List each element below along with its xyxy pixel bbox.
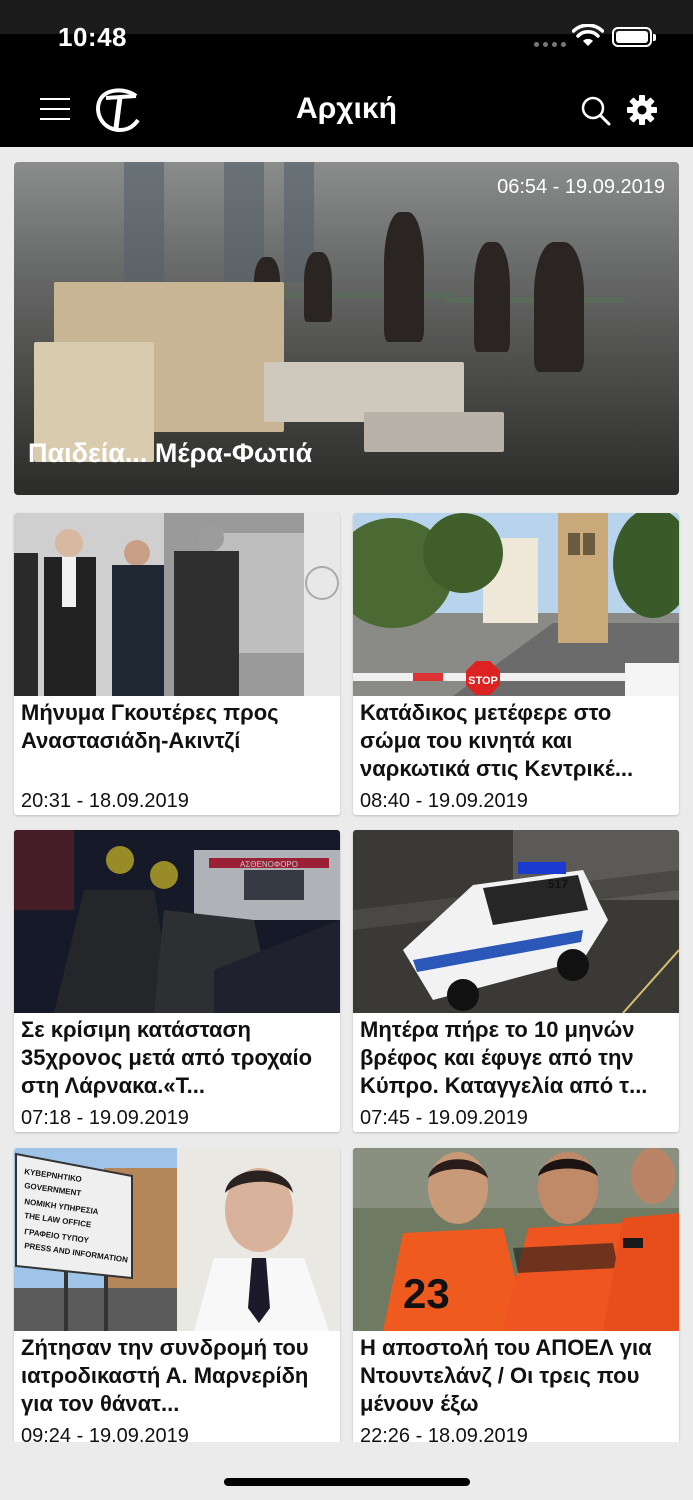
article-date: 08:40 - 19.09.2019 xyxy=(360,790,528,812)
home-indicator[interactable] xyxy=(224,1478,470,1486)
search-icon[interactable] xyxy=(580,95,612,127)
cellular-signal-icon xyxy=(534,42,566,47)
featured-article[interactable]: 06:54 - 19.09.2019 Παιδεία... Μέρα-Φωτιά xyxy=(14,162,679,495)
article-image: 23 xyxy=(353,1148,679,1331)
article-photo: ΚΥΒΕΡΝΗΤΙΚΟ GOVERNMENT ΝΟΜΙΚΗ ΥΠΗΡΕΣΙΑ T… xyxy=(14,1148,340,1331)
article-date: 20:31 - 18.09.2019 xyxy=(21,790,189,812)
featured-article-title: Παιδεία... Μέρα-Φωτιά xyxy=(28,438,313,468)
hero-image-person xyxy=(534,242,584,372)
article-title: Η αποστολή του ΑΠΟΕΛ για Ντουντελάνζ / Ο… xyxy=(360,1335,652,1416)
article-photo xyxy=(14,513,340,696)
article-photo: STOP xyxy=(353,513,679,696)
article-card[interactable]: ΑΣΘΕΝΟΦΟΡΟ Σε κρίσιμη κατάσταση 35χρονος… xyxy=(14,830,340,1132)
article-image xyxy=(14,513,340,696)
article-title: Κατάδικος μετέφερε στο σώμα του κινητά κ… xyxy=(360,700,634,781)
featured-article-date: 06:54 - 19.09.2019 xyxy=(497,176,665,198)
article-title: Σε κρίσιμη κατάσταση 35χρονος μετά από τ… xyxy=(21,1017,313,1098)
article-image: ΑΣΘΕΝΟΦΟΡΟ xyxy=(14,830,340,1013)
jersey-number: 23 xyxy=(403,1270,450,1317)
article-title: Ζήτησαν την συνδρομή του ιατροδικαστή Α.… xyxy=(21,1335,309,1416)
hero-image-paper-stack xyxy=(364,412,504,452)
bottom-safe-area xyxy=(0,1442,693,1500)
wifi-icon xyxy=(572,24,604,46)
hero-image-window xyxy=(124,162,164,282)
gear-icon[interactable] xyxy=(626,94,658,126)
status-bar: 10:48 xyxy=(0,0,693,75)
hero-image-person xyxy=(384,212,424,342)
article-card[interactable]: ΚΥΒΕΡΝΗΤΙΚΟ GOVERNMENT ΝΟΜΙΚΗ ΥΠΗΡΕΣΙΑ T… xyxy=(14,1148,340,1450)
article-card[interactable]: 517 Μητέρα πήρε το 10 μηνών βρέφος και έ… xyxy=(353,830,679,1132)
article-title: Μήνυμα Γκουτέρες προς Αναστασιάδη-Ακιντζ… xyxy=(21,700,279,753)
article-title: Μητέρα πήρε το 10 μηνών βρέφος και έφυγε… xyxy=(360,1017,648,1098)
article-image: STOP xyxy=(353,513,679,696)
police-car-number: 517 xyxy=(548,877,568,891)
article-date: 07:18 - 19.09.2019 xyxy=(21,1107,189,1129)
stop-sign-text: STOP xyxy=(468,675,498,687)
article-card[interactable]: STOP Κατάδικος μετέφερε στο σώμα του κιν… xyxy=(353,513,679,815)
article-photo: 517 xyxy=(353,830,679,1013)
article-photo: ΑΣΘΕΝΟΦΟΡΟ xyxy=(14,830,340,1013)
article-image: ΚΥΒΕΡΝΗΤΙΚΟ GOVERNMENT ΝΟΜΙΚΗ ΥΠΗΡΕΣΙΑ T… xyxy=(14,1148,340,1331)
article-card[interactable]: Μήνυμα Γκουτέρες προς Αναστασιάδη-Ακιντζ… xyxy=(14,513,340,815)
article-image: 517 xyxy=(353,830,679,1013)
battery-icon xyxy=(612,27,656,47)
article-photo: 23 xyxy=(353,1148,679,1331)
article-date: 07:45 - 19.09.2019 xyxy=(360,1107,528,1129)
hero-image-person xyxy=(474,242,510,352)
hero-image-person xyxy=(304,252,332,322)
article-card[interactable]: 23 Η αποστολή του ΑΠΟΕΛ για Ντουντελάνζ … xyxy=(353,1148,679,1450)
status-time: 10:48 xyxy=(58,22,127,52)
